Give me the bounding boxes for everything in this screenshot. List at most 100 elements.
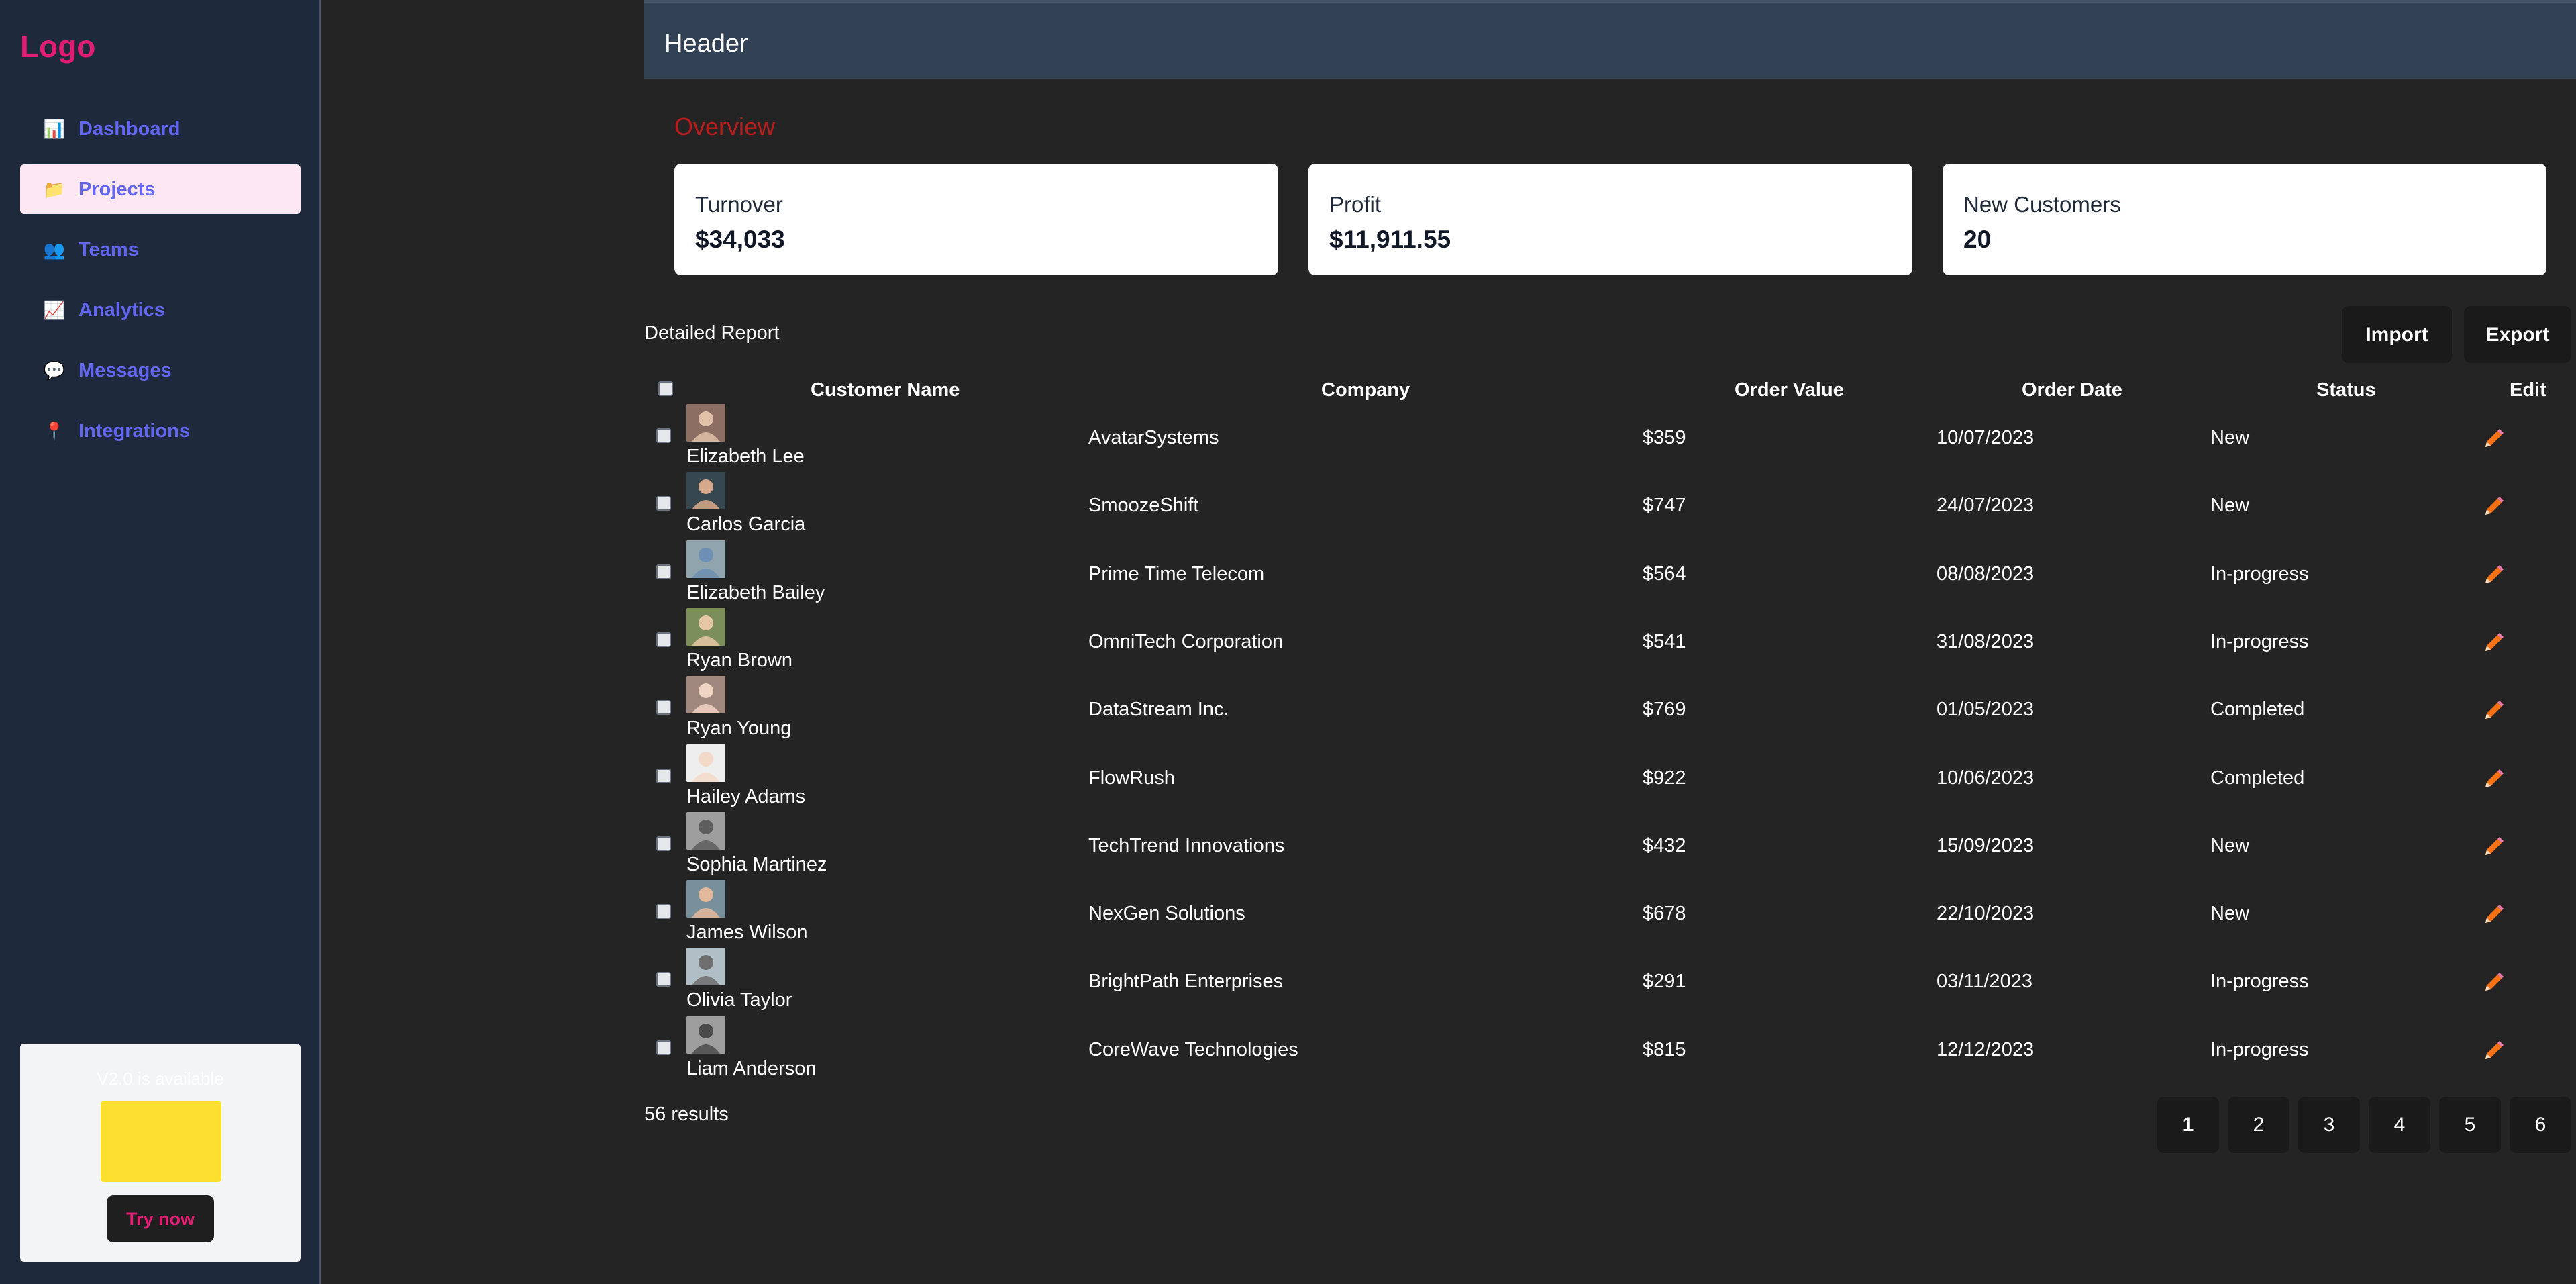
company-name: BrightPath Enterprises — [1088, 971, 1284, 993]
status-text: New — [2210, 495, 2250, 517]
sidebar-nav: 📊 Dashboard 📁 Projects 👥 Teams 📈 Analyti… — [20, 104, 301, 466]
page-button-5[interactable]: 5 — [2439, 1097, 2501, 1153]
page-button-6[interactable]: 6 — [2510, 1097, 2571, 1153]
status-text: New — [2210, 834, 2250, 856]
sidebar-item-label: Analytics — [79, 299, 165, 321]
order-value: $922 — [1643, 767, 1686, 789]
column-header-order-date: Order Date — [2022, 379, 2122, 401]
edit-pencil-icon[interactable] — [2481, 563, 2506, 587]
avatar — [686, 676, 725, 714]
sidebar-item-analytics[interactable]: 📈 Analytics — [20, 285, 301, 335]
sidebar-item-label: Integrations — [79, 419, 190, 442]
page-button-2[interactable]: 2 — [2228, 1097, 2289, 1153]
company-name: FlowRush — [1088, 767, 1175, 789]
table-row: Ryan Young DataStream Inc. $769 01/05/2023 C… — [644, 676, 2576, 744]
customer-name: Elizabeth Lee — [686, 446, 805, 467]
page-button-3[interactable]: 3 — [2298, 1097, 2360, 1153]
order-date: 12/12/2023 — [1937, 1038, 2034, 1060]
company-name: TechTrend Innovations — [1088, 834, 1285, 856]
row-checkbox[interactable] — [656, 632, 671, 647]
order-value: $541 — [1643, 630, 1686, 652]
turnover-card: Turnover $34,033 — [674, 164, 1278, 275]
order-date: 08/08/2023 — [1937, 562, 2034, 585]
avatar — [686, 1016, 725, 1054]
card-value: $11,911.55 — [1329, 226, 1451, 253]
card-label: Turnover — [695, 192, 783, 217]
status-text: In-progress — [2210, 630, 2309, 652]
company-name: NexGen Solutions — [1088, 903, 1245, 925]
avatar — [686, 472, 725, 510]
company-name: CoreWave Technologies — [1088, 1038, 1298, 1060]
edit-pencil-icon[interactable] — [2481, 427, 2506, 451]
edit-pencil-icon[interactable] — [2481, 767, 2506, 791]
customer-name: Hailey Adams — [686, 785, 806, 807]
select-all-checkbox[interactable] — [658, 381, 673, 396]
table-row: James Wilson NexGen Solutions $678 22/10/20… — [644, 880, 2576, 948]
edit-pencil-icon[interactable] — [2481, 631, 2506, 655]
customer-name: Ryan Brown — [686, 649, 792, 671]
edit-pencil-icon[interactable] — [2481, 971, 2506, 995]
avatar — [686, 744, 725, 782]
row-checkbox[interactable] — [656, 700, 671, 715]
sidebar-item-label: Projects — [79, 178, 156, 200]
order-value: $678 — [1643, 903, 1686, 925]
customer-name: Elizabeth Bailey — [686, 581, 825, 603]
avatar — [686, 811, 725, 850]
order-value: $359 — [1643, 427, 1686, 448]
row-checkbox[interactable] — [656, 564, 671, 579]
sidebar: Logo 📊 Dashboard 📁 Projects 👥 Teams 📈 An… — [0, 0, 321, 1284]
sidebar-item-dashboard[interactable]: 📊 Dashboard — [20, 104, 301, 154]
row-checkbox[interactable] — [656, 904, 671, 920]
status-text: New — [2210, 427, 2250, 448]
card-value: $34,033 — [695, 226, 785, 253]
edit-pencil-icon[interactable] — [2481, 699, 2506, 723]
order-value: $432 — [1643, 834, 1686, 856]
folder-icon: 📁 — [43, 179, 66, 199]
order-date: 10/07/2023 — [1937, 427, 2034, 448]
order-value: $747 — [1643, 495, 1686, 517]
row-checkbox[interactable] — [656, 836, 671, 851]
customer-name: Ryan Young — [686, 718, 792, 740]
order-date: 03/11/2023 — [1937, 971, 2032, 993]
pin-icon: 📍 — [43, 420, 66, 441]
new-customers-card: New Customers 20 — [1943, 164, 2546, 275]
avatar — [686, 948, 725, 986]
company-name: DataStream Inc. — [1088, 699, 1229, 721]
row-checkbox[interactable] — [656, 428, 671, 443]
row-checkbox[interactable] — [656, 972, 671, 987]
sidebar-item-integrations[interactable]: 📍 Integrations — [20, 406, 301, 456]
page-button-1[interactable]: 1 — [2157, 1097, 2219, 1153]
status-text: In-progress — [2210, 562, 2309, 585]
sidebar-item-projects[interactable]: 📁 Projects — [20, 164, 301, 214]
sidebar-item-teams[interactable]: 👥 Teams — [20, 225, 301, 275]
avatar — [686, 607, 725, 646]
overview-title: Overview — [674, 113, 776, 140]
edit-pencil-icon[interactable] — [2481, 835, 2506, 859]
order-value: $564 — [1643, 562, 1686, 585]
table-row: Hailey Adams FlowRush $922 10/06/2023 Comple… — [644, 744, 2576, 812]
row-checkbox[interactable] — [656, 768, 671, 783]
page-button-4[interactable]: 4 — [2369, 1097, 2430, 1153]
order-value: $769 — [1643, 699, 1686, 721]
row-checkbox[interactable] — [656, 496, 671, 511]
try-now-button[interactable]: Try now — [107, 1195, 214, 1242]
company-name: OmniTech Corporation — [1088, 630, 1284, 652]
table-row: Elizabeth Lee AvatarSystems $359 10/07/2023… — [644, 404, 2576, 472]
logo[interactable]: Logo — [20, 28, 95, 64]
edit-pencil-icon[interactable] — [2481, 1039, 2506, 1063]
table-row: Olivia Taylor BrightPath Enterprises $291 0… — [644, 948, 2576, 1016]
order-value: $291 — [1643, 971, 1686, 993]
table-row: Carlos Garcia SmoozeShift $747 24/07/2023 Ne… — [644, 472, 2576, 540]
promo-text: V2.0 is available — [97, 1069, 224, 1089]
import-button[interactable]: Import — [2342, 306, 2452, 363]
row-checkbox[interactable] — [656, 1040, 671, 1055]
export-button[interactable]: Export — [2464, 306, 2571, 363]
people-icon: 👥 — [43, 239, 66, 260]
edit-pencil-icon[interactable] — [2481, 495, 2506, 519]
bar-chart-icon: 📊 — [43, 118, 66, 139]
sidebar-item-label: Messages — [79, 359, 172, 381]
card-value: 20 — [1963, 226, 1992, 253]
edit-pencil-icon[interactable] — [2481, 903, 2506, 927]
card-label: Profit — [1329, 192, 1382, 217]
sidebar-item-messages[interactable]: 💬 Messages — [20, 346, 301, 395]
